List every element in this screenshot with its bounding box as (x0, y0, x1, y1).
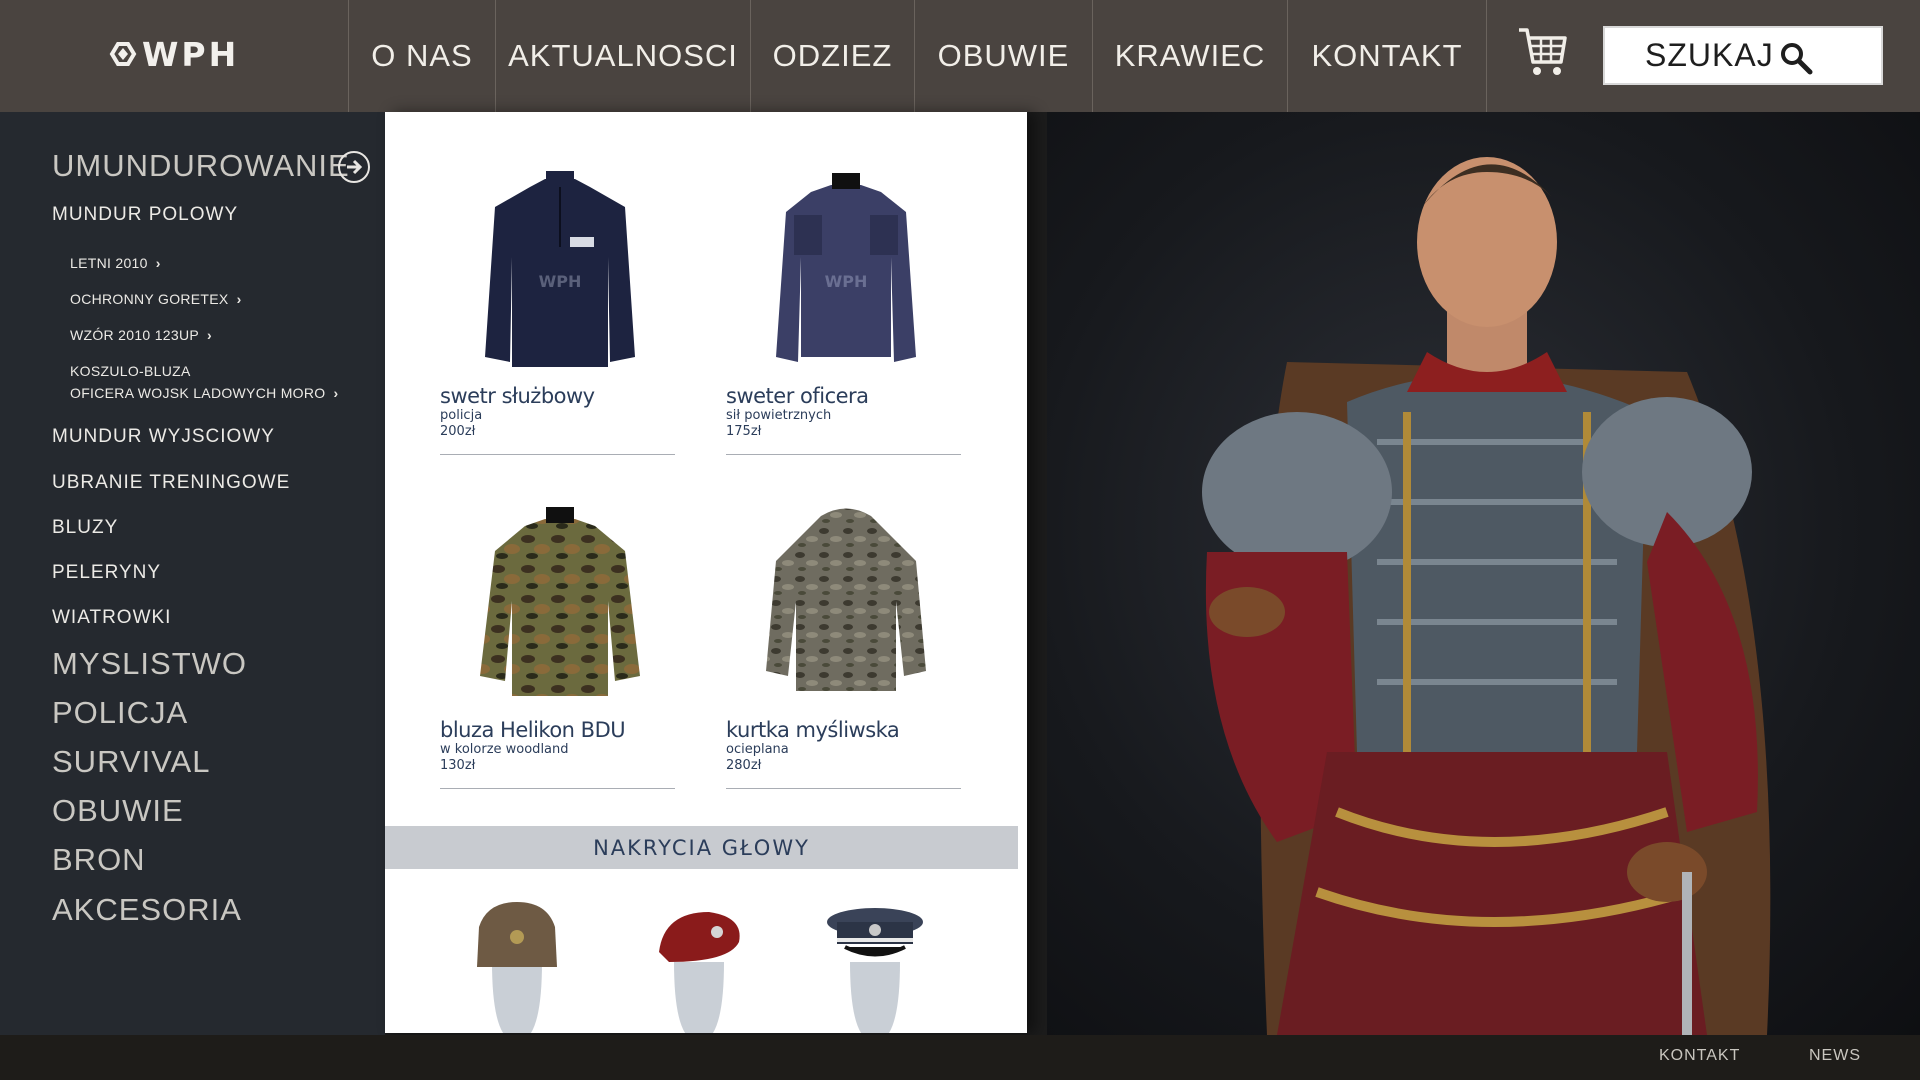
svg-text:WPH: WPH (825, 272, 868, 291)
nav-item-kontakt[interactable]: KONTAKT (1287, 0, 1487, 112)
product-name[interactable]: kurtka myśliwska (726, 718, 966, 742)
footer-link-news[interactable]: NEWS (1809, 1047, 1861, 1065)
beret-image[interactable] (639, 892, 759, 1033)
product-price: 130zł (440, 758, 476, 773)
logo-emblem-icon (109, 42, 137, 66)
category-akcesoria[interactable]: AKCESORIA (52, 892, 242, 928)
fur-hat-image[interactable] (457, 892, 577, 1033)
subcategory-mundur-wyjsciowy[interactable]: MUNDUR WYJSCIOWY (52, 426, 275, 448)
hero-image (1047, 112, 1920, 1035)
product-price: 175zł (726, 424, 762, 439)
logo-text: WPH (142, 34, 240, 74)
product-subtitle: sił powietrznych (726, 408, 832, 423)
subsub-koszulo-bluza[interactable]: KOSZULO-BLUZA OFICERA WOJSK LADOWYCH MOR… (70, 360, 338, 404)
product-subtitle: w kolorze woodland (440, 742, 569, 757)
category-bron[interactable]: BRON (52, 842, 146, 878)
top-navigation-bar: WPH O NAS AKTUALNOSCI ODZIEZ OBUWIE KRAW… (0, 0, 1920, 112)
product-panel: WPH swetr służbowy policja 200zł WPH swe… (385, 112, 1027, 1033)
nav-item-krawiec[interactable]: KRAWIEC (1092, 0, 1287, 112)
arrow-right-icon[interactable] (338, 151, 370, 183)
nav-item-obuwie[interactable]: OBUWIE (914, 0, 1092, 112)
nav-item-odziez[interactable]: ODZIEZ (750, 0, 914, 112)
product-image[interactable]: WPH (726, 162, 966, 382)
search-button[interactable]: SZUKAJ (1603, 26, 1883, 85)
subsub-letni-2010[interactable]: LETNI 2010 › (70, 252, 161, 274)
search-icon (1781, 43, 1813, 75)
category-sidebar: UMUNDUROWANIE MUNDUR POLOWY LETNI 2010 › … (0, 112, 385, 1035)
category-umundurowanie[interactable]: UMUNDUROWANIE (52, 148, 350, 184)
product-card[interactable]: kurtka myśliwska ocieplana 280zł (726, 496, 966, 789)
product-card[interactable]: bluza Helikon BDU w kolorze woodland 130… (440, 496, 680, 789)
product-name[interactable]: sweter oficera (726, 384, 966, 408)
section-header: NAKRYCIA GŁOWY (385, 826, 1018, 869)
nav-item-aktualnosci[interactable]: AKTUALNOSCI (495, 0, 750, 112)
subcategory-bluzy[interactable]: BLUZY (52, 517, 118, 539)
footer-link-kontakt[interactable]: KONTAKT (1659, 1047, 1740, 1065)
search-label: SZUKAJ (1645, 37, 1774, 73)
svg-text:WPH: WPH (539, 272, 582, 291)
subcategory-mundur-polowy[interactable]: MUNDUR POLOWY (52, 204, 238, 226)
product-image[interactable] (726, 496, 966, 716)
category-obuwie[interactable]: OBUWIE (52, 793, 184, 829)
chevron-right-icon: › (155, 255, 161, 271)
section-title: NAKRYCIA GŁOWY (593, 835, 810, 860)
product-card[interactable]: WPH sweter oficera sił powietrznych 175z… (726, 162, 966, 455)
nav-item-o-nas[interactable]: O NAS (348, 0, 495, 112)
chevron-right-icon: › (207, 327, 212, 343)
chevron-right-icon: › (236, 291, 242, 307)
product-price: 200zł (440, 424, 476, 439)
subsub-wzor-2010[interactable]: WZÓR 2010 123UP › (70, 324, 212, 346)
divider (726, 454, 961, 455)
logo[interactable]: WPH (108, 34, 239, 74)
product-image[interactable] (440, 496, 680, 716)
cart-icon[interactable] (1517, 24, 1569, 80)
divider (726, 788, 961, 789)
product-price: 280zł (726, 758, 762, 773)
category-myslistwo[interactable]: MYSLISTWO (52, 646, 247, 682)
product-subtitle: policja (440, 408, 483, 423)
subcategory-ubranie-treningowe[interactable]: UBRANIE TRENINGOWE (52, 472, 290, 494)
footer: KONTAKT NEWS (0, 1035, 1920, 1080)
divider (440, 788, 675, 789)
category-policja[interactable]: POLICJA (52, 695, 188, 731)
subcategory-peleryny[interactable]: PELERYNY (52, 562, 161, 584)
chevron-right-icon: › (333, 385, 339, 401)
category-survival[interactable]: SURVIVAL (52, 744, 210, 780)
subcategory-wiatrowki[interactable]: WIATROWKI (52, 607, 171, 629)
peaked-cap-image[interactable] (815, 892, 935, 1033)
product-name[interactable]: bluza Helikon BDU (440, 718, 680, 742)
subsub-ochronny-goretex[interactable]: OCHRONNY GORETEX › (70, 288, 242, 310)
product-name[interactable]: swetr służbowy (440, 384, 680, 408)
product-card[interactable]: WPH swetr służbowy policja 200zł (440, 162, 680, 455)
product-subtitle: ocieplana (726, 742, 789, 757)
product-image[interactable]: WPH (440, 162, 680, 382)
divider (440, 454, 675, 455)
main-nav: O NAS AKTUALNOSCI ODZIEZ OBUWIE KRAWIEC … (348, 0, 1487, 112)
